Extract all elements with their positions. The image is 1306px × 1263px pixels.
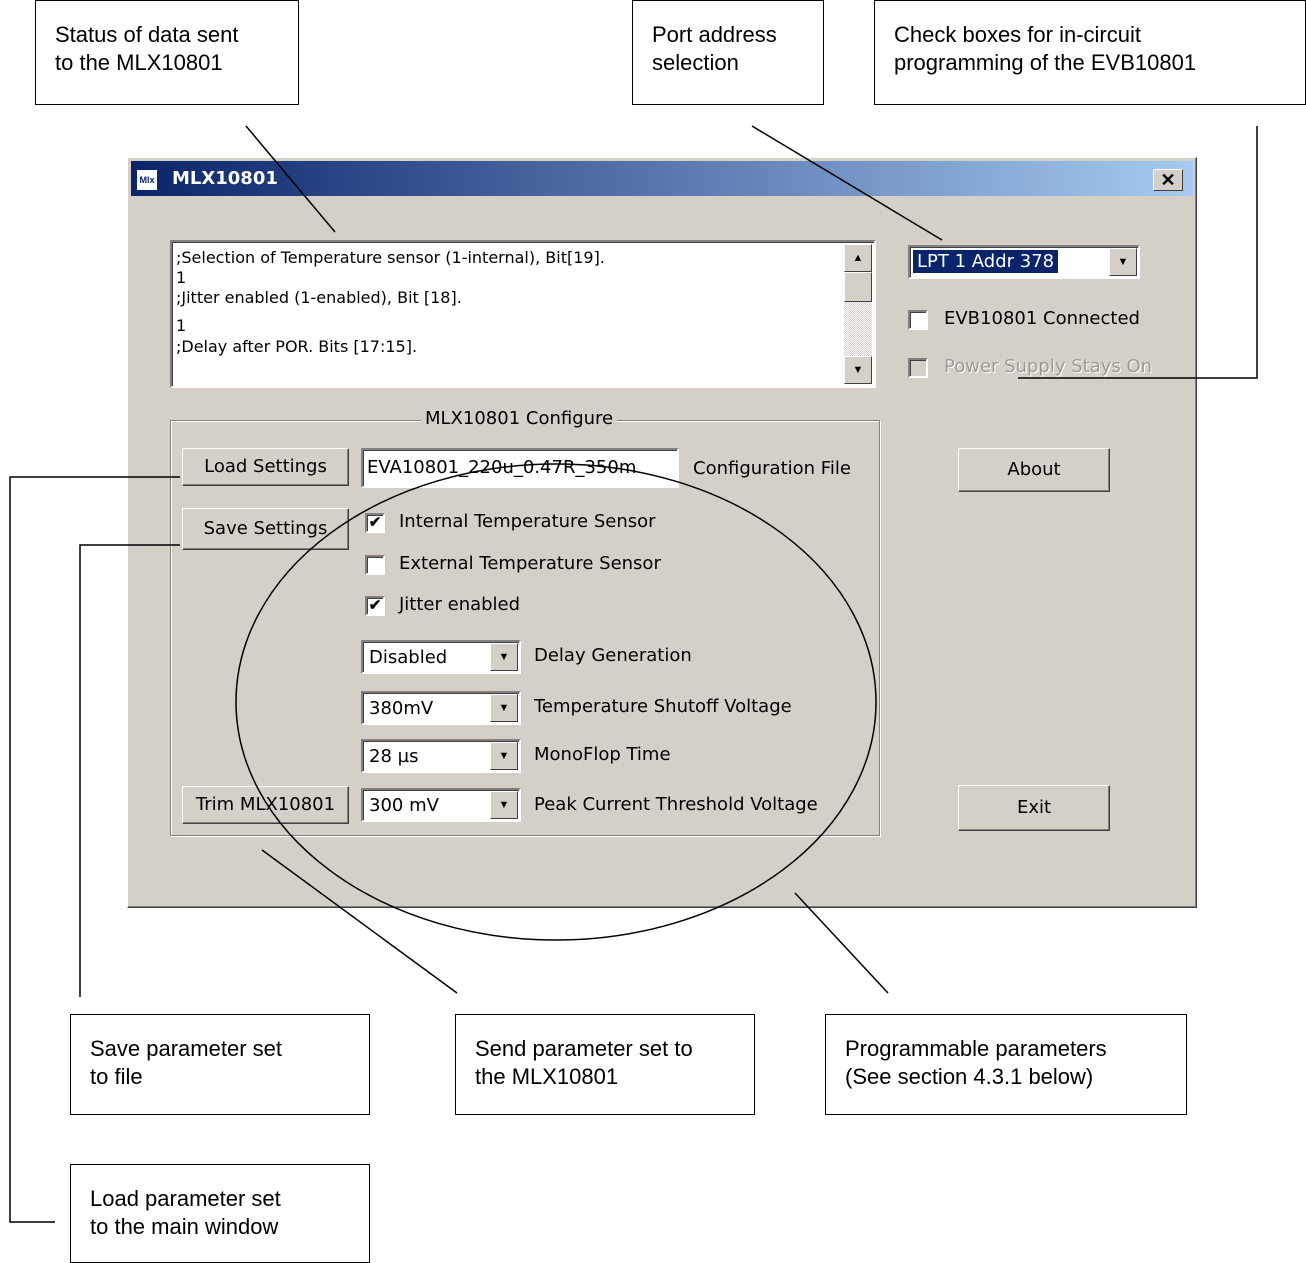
callout-status: Status of data sent to the MLX10801 xyxy=(35,0,299,105)
callout-save: Save parameter set to file xyxy=(70,1014,370,1115)
peak-label: Peak Current Threshold Voltage xyxy=(534,794,818,815)
delay-select[interactable]: Disabled ▼ xyxy=(361,640,521,674)
config-file-field[interactable]: EVA10801_220u_0.47R_350m xyxy=(361,448,679,488)
power-supply-checkbox[interactable] xyxy=(908,358,928,378)
callout-checkboxes: Check boxes for in-circuit programming o… xyxy=(874,0,1306,105)
status-line: ;Jitter enabled (1-enabled), Bit [18]. xyxy=(176,288,462,307)
mlx10801-window: Mlx MLX10801 ✕ ;Selection of Temperature… xyxy=(127,157,1197,908)
scroll-down-button[interactable]: ▼ xyxy=(844,356,872,384)
scroll-up-button[interactable]: ▲ xyxy=(844,244,872,272)
chevron-down-icon[interactable]: ▼ xyxy=(490,643,518,671)
delay-label: Delay Generation xyxy=(534,645,692,666)
jitter-label: Jitter enabled xyxy=(399,594,521,615)
status-line: 1 xyxy=(176,268,187,287)
config-file-value: EVA10801_220u_0.47R_350m xyxy=(367,457,637,478)
external-sensor-checkbox[interactable] xyxy=(365,555,385,575)
callout-params: Programmable parameters (See section 4.3… xyxy=(825,1014,1187,1115)
chevron-down-icon[interactable]: ▼ xyxy=(490,694,518,722)
port-address-value: LPT 1 Addr 378 xyxy=(913,250,1059,273)
configure-group-title: MLX10801 Configure xyxy=(421,408,618,429)
shutoff-label: Temperature Shutoff Voltage xyxy=(534,696,792,717)
evb-connected-checkbox[interactable] xyxy=(908,310,928,330)
status-scrollbar[interactable]: ▲ ▼ xyxy=(844,244,872,384)
port-address-select[interactable]: LPT 1 Addr 378 ▼ xyxy=(908,245,1140,279)
internal-sensor-label: Internal Temperature Sensor xyxy=(399,511,656,532)
power-supply-label: Power Supply Stays On xyxy=(944,356,1153,377)
title-bar[interactable]: Mlx MLX10801 ✕ xyxy=(131,161,1193,196)
external-sensor-label: External Temperature Sensor xyxy=(399,553,661,574)
status-line: ;Delay after POR. Bits [17:15]. xyxy=(176,337,418,356)
monoflop-select[interactable]: 28 µs ▼ xyxy=(361,739,521,773)
status-line: ;Selection of Temperature sensor (1-inte… xyxy=(176,248,605,267)
config-file-label: Configuration File xyxy=(693,458,851,479)
callout-port: Port address selection xyxy=(632,0,824,105)
peak-select[interactable]: 300 mV ▼ xyxy=(361,788,521,822)
peak-value: 300 mV xyxy=(369,795,439,816)
internal-sensor-checkbox[interactable]: ✔ xyxy=(365,513,385,533)
scroll-thumb[interactable] xyxy=(844,272,872,302)
about-button[interactable]: About xyxy=(958,448,1110,492)
jitter-checkbox[interactable]: ✔ xyxy=(365,596,385,616)
monoflop-label: MonoFlop Time xyxy=(534,744,671,765)
status-line: 1 xyxy=(176,316,187,335)
callout-load: Load parameter set to the main window xyxy=(70,1164,370,1263)
load-settings-button[interactable]: Load Settings xyxy=(182,448,349,486)
callout-send: Send parameter set to the MLX10801 xyxy=(455,1014,755,1115)
exit-button[interactable]: Exit xyxy=(958,785,1110,831)
close-button[interactable]: ✕ xyxy=(1153,169,1183,191)
chevron-down-icon[interactable]: ▼ xyxy=(1109,248,1137,276)
evb-connected-label: EVB10801 Connected xyxy=(944,308,1140,329)
app-icon: Mlx xyxy=(137,170,157,190)
window-title: MLX10801 xyxy=(172,168,278,189)
delay-value: Disabled xyxy=(369,647,448,668)
trim-button[interactable]: Trim MLX10801 xyxy=(182,786,349,824)
monoflop-value: 28 µs xyxy=(369,746,419,767)
save-settings-button[interactable]: Save Settings xyxy=(182,508,349,550)
chevron-down-icon[interactable]: ▼ xyxy=(490,742,518,770)
shutoff-select[interactable]: 380mV ▼ xyxy=(361,691,521,725)
chevron-down-icon[interactable]: ▼ xyxy=(490,791,518,819)
shutoff-value: 380mV xyxy=(369,698,434,719)
status-log[interactable]: ;Selection of Temperature sensor (1-inte… xyxy=(170,240,876,388)
